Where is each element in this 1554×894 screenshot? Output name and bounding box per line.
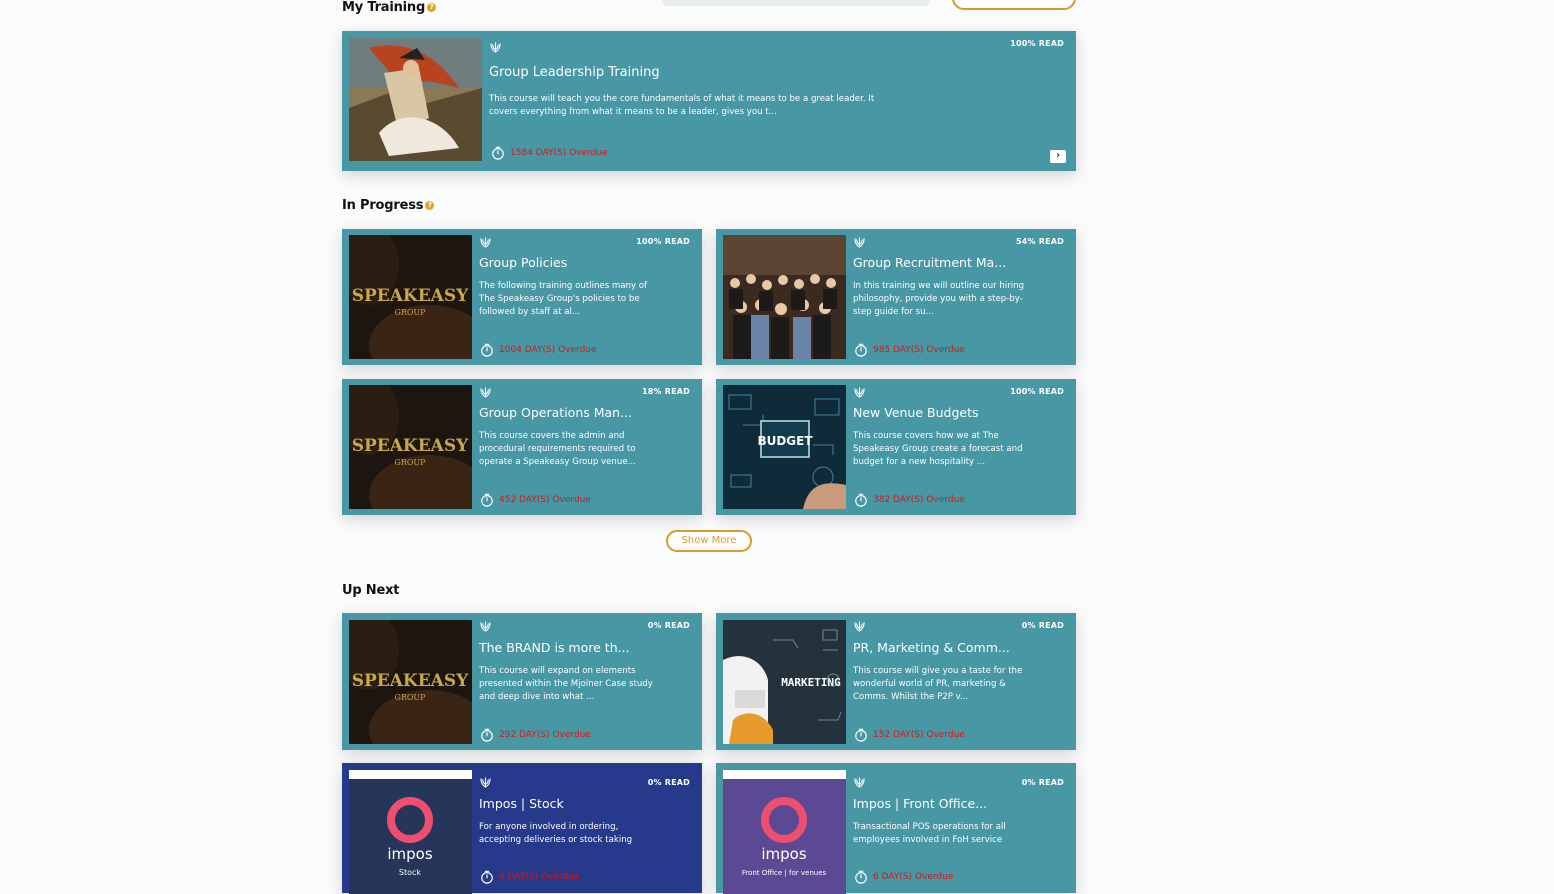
stopwatch-icon <box>854 343 868 357</box>
speakeasy-logo-subtext: GROUP <box>394 308 426 317</box>
progress-label: 100% READ <box>1010 387 1064 396</box>
speakeasy-logo-subtext: GROUP <box>394 693 426 702</box>
course-description: This course covers the admin and procedu… <box>479 431 636 467</box>
stopwatch-icon <box>854 493 868 507</box>
impos-stock-text: Stock <box>399 868 422 877</box>
overdue-status: 382 DAY(S) Overdue <box>854 493 965 507</box>
progress-label: 0% READ <box>1021 621 1064 630</box>
impos-front-office-text: Front Office | for venues <box>742 869 827 877</box>
speakeasy-logo-text: SPEAKEASY <box>352 671 469 691</box>
course-thumbnail: BUDGET <box>723 385 846 509</box>
course-description: The following training outlines many of … <box>479 281 648 317</box>
progress-label: 0% READ <box>647 621 690 630</box>
brand-icon <box>479 621 492 632</box>
course-title: Impos | Front Office... <box>853 796 988 811</box>
chevron-right-icon[interactable]: › <box>1050 150 1066 163</box>
course-title: Group Operations Man... <box>479 405 633 420</box>
course-thumbnail: impos Stock <box>349 770 472 894</box>
stopwatch-icon <box>480 493 494 507</box>
progress-label: 0% READ <box>1021 778 1064 787</box>
course-title: Group Leadership Training <box>489 65 660 80</box>
stopwatch-icon <box>480 343 494 357</box>
brand-icon <box>853 777 866 788</box>
speakeasy-logo-text: SPEAKEASY <box>352 286 469 306</box>
brand-icon <box>479 387 492 398</box>
overdue-status: 452 DAY(S) Overdue <box>480 493 591 507</box>
course-card[interactable]: 54% READ Group Recruitment Ma... In this… <box>716 229 1076 365</box>
brand-icon <box>479 237 492 248</box>
progress-label: 100% READ <box>1010 39 1064 48</box>
stopwatch-icon <box>480 728 494 742</box>
course-title: PR, Marketing & Comm... <box>853 640 1010 655</box>
overdue-status: 6 DAY(S) Overdue <box>480 870 579 884</box>
course-thumbnail <box>349 38 482 161</box>
course-title: Group Recruitment Ma... <box>853 255 1007 270</box>
course-description: In this training we will outline our hir… <box>853 281 1025 317</box>
overdue-status: 985 DAY(S) Overdue <box>854 343 965 357</box>
course-thumbnail: SPEAKEASY GROUP <box>349 385 472 509</box>
brand-icon <box>479 777 492 788</box>
impos-logo-text: impos <box>761 845 806 863</box>
brand-icon <box>853 237 866 248</box>
section-title-in-progress: In Progress? <box>342 198 435 213</box>
course-thumbnail: impos Front Office | for venues <box>723 770 846 894</box>
course-card[interactable]: SPEAKEASY GROUP 0% READ The BRAND is mor… <box>342 613 702 750</box>
course-title: New Venue Budgets <box>853 405 979 420</box>
course-card[interactable]: SPEAKEASY GROUP 18% READ Group Operation… <box>342 379 702 515</box>
course-description: For anyone involved in ordering, accepti… <box>479 822 633 845</box>
course-title: Group Policies <box>479 255 568 270</box>
course-title: The BRAND is more th... <box>479 640 630 655</box>
impos-logo-text: impos <box>387 845 432 863</box>
course-card[interactable]: SPEAKEASY GROUP 100% READ Group Policies… <box>342 229 702 365</box>
budget-graphic-text: BUDGET <box>757 434 813 448</box>
overdue-status: 1004 DAY(S) Overdue <box>480 343 597 357</box>
progress-label: 54% READ <box>1016 237 1064 246</box>
overdue-status: 6 DAY(S) Overdue <box>854 870 953 884</box>
stopwatch-icon <box>480 870 494 884</box>
progress-label: 100% READ <box>636 237 690 246</box>
section-title-my-training: My Training? <box>342 0 437 15</box>
speakeasy-logo-subtext: GROUP <box>394 458 426 467</box>
progress-label: 0% READ <box>647 778 690 787</box>
overdue-status: 292 DAY(S) Overdue <box>480 728 591 742</box>
overdue-status: 1584 DAY(S) Overdue <box>491 146 608 160</box>
course-description: This course covers how we at The Speakea… <box>853 431 1023 467</box>
brand-icon <box>853 621 866 632</box>
course-thumbnail: SPEAKEASY GROUP <box>349 620 472 744</box>
show-more-button[interactable]: Show More <box>666 530 752 552</box>
overdue-status: 152 DAY(S) Overdue <box>854 728 965 742</box>
progress-label: 18% READ <box>642 387 690 396</box>
help-icon[interactable]: ? <box>427 3 437 12</box>
help-icon[interactable]: ? <box>425 201 435 210</box>
stopwatch-icon <box>854 870 868 884</box>
course-description: This course will give you a taste for th… <box>853 666 1023 702</box>
search-bar-edge[interactable] <box>662 0 930 6</box>
course-title: Impos | Stock <box>479 796 564 811</box>
header-button-edge[interactable] <box>952 0 1076 10</box>
course-thumbnail: MARKETING <box>723 620 846 744</box>
speakeasy-logo-text: SPEAKEASY <box>352 436 469 456</box>
marketing-graphic-text: MARKETING <box>781 676 841 689</box>
course-thumbnail <box>723 235 846 359</box>
course-description: This course will expand on elements pres… <box>479 666 653 702</box>
course-description: This course will teach you the core fund… <box>489 94 875 117</box>
stopwatch-icon <box>854 728 868 742</box>
course-card[interactable]: BUDGET 100% READ New Venue Budgets This … <box>716 379 1076 515</box>
course-card[interactable]: impos Stock 0% READ Impos | Stock For an… <box>342 763 702 894</box>
section-title-up-next: Up Next <box>342 583 400 598</box>
course-card[interactable]: MARKETING 0% READ PR, Marketing & Comm..… <box>716 613 1076 750</box>
course-description: Transactional POS operations for all emp… <box>853 822 1006 845</box>
featured-course-card[interactable]: 100% READ Group Leadership Training This… <box>342 31 1076 171</box>
course-thumbnail: SPEAKEASY GROUP <box>349 235 472 359</box>
stopwatch-icon <box>491 146 505 160</box>
course-card[interactable]: impos Front Office | for venues 0% READ … <box>716 763 1076 894</box>
brand-icon <box>489 42 502 53</box>
brand-icon <box>853 387 866 398</box>
